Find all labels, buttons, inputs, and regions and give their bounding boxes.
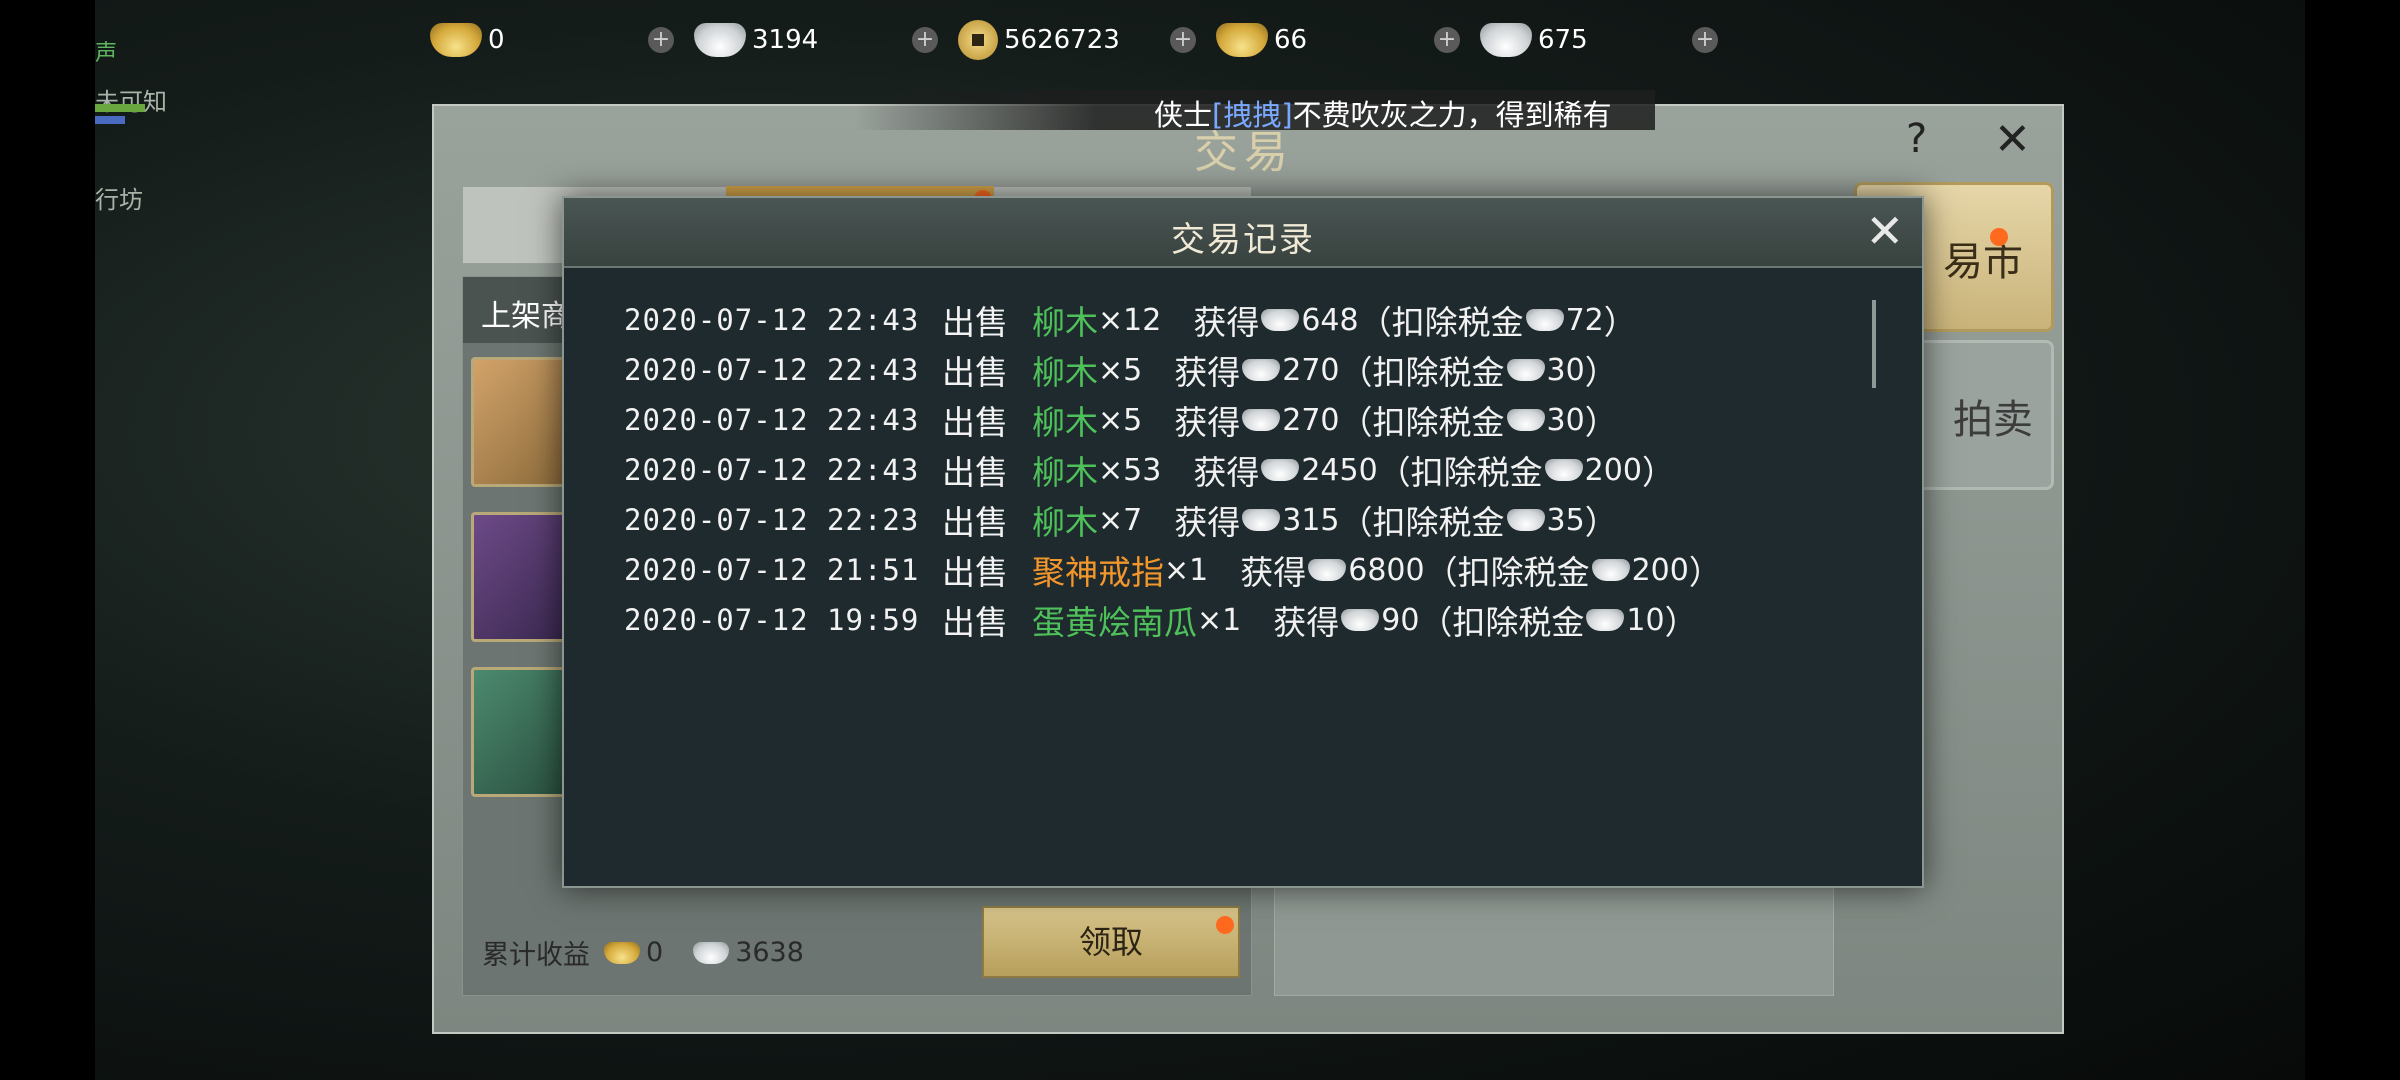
record-list-scrollbar[interactable] bbox=[1872, 300, 1876, 388]
silver-ingot-icon bbox=[1242, 409, 1281, 431]
bound-gold-icon bbox=[1216, 23, 1268, 57]
trade-record-dialog: 交易记录 ✕ 2020-07-12 22:43 出售 柳木 ×12 获得 648 （扣除税金… bbox=[562, 196, 1924, 888]
add-gold-ingot-button[interactable]: + bbox=[648, 27, 674, 53]
income-silver-value: 3638 bbox=[735, 937, 804, 968]
add-bound-gold-button[interactable]: + bbox=[1434, 27, 1460, 53]
record-gain-label: 获得 bbox=[1273, 603, 1340, 642]
record-tax-close: ） bbox=[1664, 603, 1698, 642]
silver-ingot-icon bbox=[1261, 309, 1300, 331]
market-notification-dot bbox=[1990, 228, 2008, 246]
add-bound-silver-button[interactable]: + bbox=[1692, 27, 1718, 53]
copper-coin-icon bbox=[958, 20, 998, 60]
currency-bar: 0 + 3194 + 5626723 + 66 + 675 + bbox=[430, 16, 1738, 64]
silver-ingot-icon bbox=[1506, 509, 1545, 531]
close-dialog-button[interactable]: ✕ bbox=[1865, 204, 1904, 258]
record-tax-label: （扣除税金 bbox=[1419, 603, 1585, 642]
record-time: 2020-07-12 19:59 bbox=[624, 603, 920, 637]
silver-ingot-icon bbox=[1261, 459, 1300, 481]
help-button[interactable]: ? bbox=[1906, 116, 1927, 162]
broadcast-message: 侠士[拽拽]不费吹灰之力，得到稀有 bbox=[1154, 92, 1612, 134]
dialog-title: 交易记录 bbox=[1171, 220, 1315, 260]
record-item-name[interactable]: 蛋黄烩南瓜 bbox=[1032, 596, 1197, 644]
silver-ingot-icon bbox=[1591, 559, 1630, 581]
silver-ingot-icon bbox=[1242, 359, 1281, 381]
silver-ingot-icon bbox=[694, 23, 746, 57]
record-tax-close: ） bbox=[1641, 453, 1675, 492]
claim-button[interactable]: 领取 bbox=[982, 906, 1240, 978]
scene-left-labels: 声 未可知 行坊 bbox=[95, 30, 167, 224]
dialog-header: 交易记录 ✕ bbox=[564, 198, 1922, 268]
broadcast-player-link[interactable]: [拽拽] bbox=[1212, 98, 1293, 132]
currency-copper-coin: 5626723 + bbox=[958, 20, 1216, 60]
silver-ingot-icon bbox=[1586, 609, 1625, 631]
scene-bar bbox=[95, 104, 145, 112]
active-subtab-indicator bbox=[726, 186, 994, 196]
broadcast-prefix: 侠士 bbox=[1154, 98, 1213, 132]
record-tax-amount: 10 bbox=[1626, 602, 1665, 638]
income-label: 累计收益 bbox=[482, 940, 590, 971]
claim-notification-dot bbox=[1216, 916, 1234, 934]
close-trade-window-button[interactable]: ✕ bbox=[1994, 114, 2031, 165]
record-action: 出售 bbox=[942, 603, 1008, 642]
item-slot-gauntlet[interactable] bbox=[471, 512, 571, 642]
scene-label-2: 行坊 bbox=[95, 186, 143, 214]
gold-ingot-value: 0 bbox=[488, 25, 505, 55]
scene-label-0: 声 bbox=[95, 41, 118, 66]
currency-gold-bound: 66 + bbox=[1216, 23, 1480, 57]
listing-header: 上架商 bbox=[463, 277, 573, 343]
gold-ingot-icon bbox=[430, 23, 482, 57]
silver-ingot-value: 3194 bbox=[752, 25, 819, 55]
silver-ingot-icon bbox=[693, 941, 730, 964]
broadcast-suffix: 不费吹灰之力，得到稀有 bbox=[1292, 98, 1612, 132]
item-slot-dagger[interactable] bbox=[471, 357, 571, 487]
currency-silver-bound: 675 + bbox=[1480, 23, 1738, 57]
bound-silver-icon bbox=[1480, 23, 1532, 57]
add-copper-coin-button[interactable]: + bbox=[1170, 27, 1196, 53]
bound-silver-value: 675 bbox=[1538, 25, 1588, 55]
gold-ingot-icon bbox=[604, 941, 640, 964]
silver-ingot-icon bbox=[1341, 609, 1380, 631]
silver-ingot-icon bbox=[1506, 359, 1545, 381]
copper-coin-value: 5626723 bbox=[1004, 25, 1120, 55]
currency-gold-ingot: 0 + bbox=[430, 23, 694, 57]
silver-ingot-icon bbox=[1506, 409, 1545, 431]
accumulated-income: 累计收益 0 3638 bbox=[482, 933, 804, 972]
silver-ingot-icon bbox=[1308, 559, 1347, 581]
record-amount: 90 bbox=[1381, 602, 1420, 638]
currency-silver-ingot: 3194 + bbox=[694, 23, 958, 57]
income-gold-value: 0 bbox=[646, 937, 664, 968]
silver-ingot-icon bbox=[1525, 309, 1564, 331]
bound-gold-value: 66 bbox=[1274, 25, 1308, 55]
item-slot-food[interactable] bbox=[471, 667, 571, 797]
record-row: 2020-07-12 19:59 出售 蛋黄烩南瓜 ×1 获得 90 （扣除税金 10） bbox=[624, 582, 1698, 658]
scene-bar bbox=[95, 116, 125, 124]
record-list[interactable]: 2020-07-12 22:43 出售 柳木 ×12 获得 648 （扣除税金 72） 2020… bbox=[564, 270, 1904, 886]
add-silver-ingot-button[interactable]: + bbox=[912, 27, 938, 53]
record-quantity: ×1 bbox=[1197, 602, 1242, 638]
silver-ingot-icon bbox=[1544, 459, 1583, 481]
silver-ingot-icon bbox=[1242, 509, 1281, 531]
